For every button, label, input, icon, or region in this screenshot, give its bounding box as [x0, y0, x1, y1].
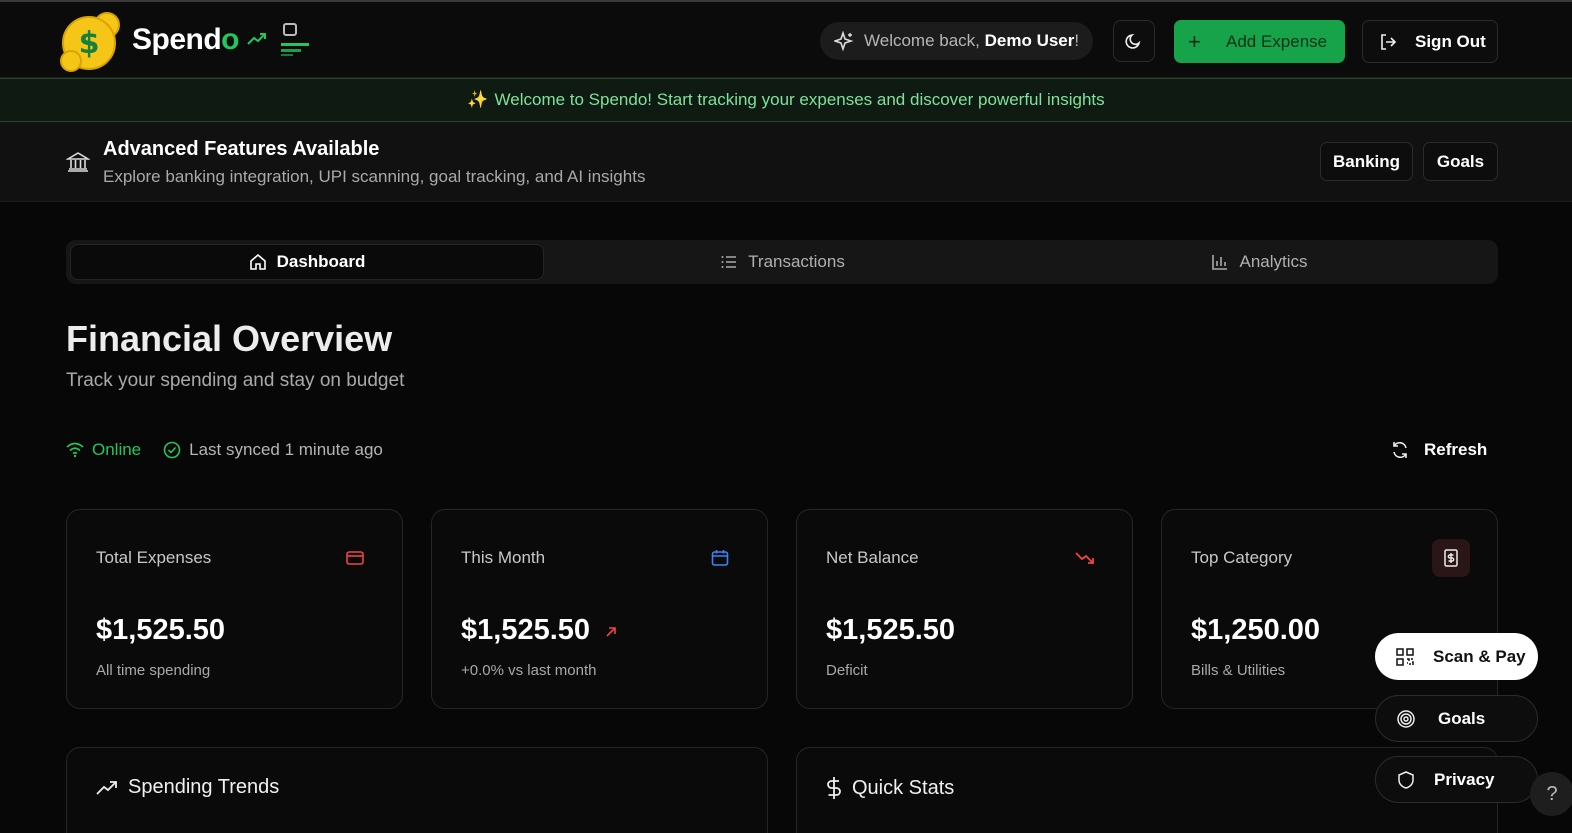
sparkles-icon [834, 31, 854, 51]
moon-icon [1125, 33, 1141, 49]
trend-up-icon [247, 30, 267, 51]
brand-name: Spendo [132, 23, 239, 56]
card-value: $1,250.00 [1191, 614, 1321, 646]
advanced-features-bar: Advanced Features Available Explore bank… [0, 122, 1572, 202]
wifi-icon [66, 442, 84, 458]
card-note: All time spending [96, 662, 211, 679]
last-synced-text: Last synced 1 minute ago [189, 440, 383, 459]
theme-toggle-button[interactable] [1113, 20, 1155, 62]
coin-logo-icon: $ [60, 8, 124, 72]
add-expense-label: Add Expense [1226, 31, 1328, 51]
qr-code-icon [1396, 647, 1414, 666]
welcome-text: Welcome back, Demo User! [864, 31, 1080, 50]
online-status: Online [92, 440, 142, 459]
arrow-up-right-icon [606, 627, 616, 637]
bank-icon [66, 152, 90, 172]
page-subtitle: Track your spending and stay on budget [66, 370, 405, 391]
card-title: Top Category [1191, 548, 1293, 567]
features-title: Advanced Features Available [103, 138, 380, 160]
help-icon: ? [1546, 782, 1558, 805]
home-icon [249, 253, 266, 270]
receipt-icon [1432, 539, 1470, 577]
card-note: +0.0% vs last month [461, 662, 597, 679]
help-button[interactable]: ? [1530, 772, 1572, 816]
card-title: This Month [461, 548, 546, 567]
stat-card-total-expenses: Total Expenses $1,525.50 All time spendi… [66, 509, 403, 709]
trend-down-icon [1075, 552, 1094, 564]
tab-label: Transactions [748, 252, 845, 271]
card-note: Deficit [826, 662, 868, 679]
banner-text: Welcome to Spendo! Start tracking your e… [494, 90, 1105, 109]
card-value: $1,525.50 [96, 614, 226, 646]
card-note: Bills & Utilities [1191, 662, 1286, 679]
card-title: Total Expenses [96, 548, 212, 567]
goals-button[interactable]: Goals [1423, 142, 1498, 181]
logo[interactable]: $ Spendo [60, 8, 311, 72]
tab-dashboard[interactable]: Dashboard [70, 244, 544, 280]
stat-card-net-balance: Net Balance $1,525.50 Deficit [796, 509, 1133, 709]
credit-card-icon [346, 551, 364, 565]
spending-trends-card: Spending Trends [66, 747, 768, 833]
add-expense-button[interactable]: + Add Expense [1174, 20, 1345, 63]
welcome-pill: Welcome back, Demo User! [820, 22, 1094, 60]
card-title: Net Balance [826, 548, 919, 567]
privacy-button[interactable]: Privacy [1375, 756, 1538, 803]
card-value: $1,525.50 [826, 614, 956, 646]
plus-icon: + [1188, 28, 1201, 54]
trend-up-icon [96, 780, 117, 795]
page-title: Financial Overview [66, 318, 393, 359]
list-icon [721, 256, 737, 268]
tab-label: Analytics [1239, 252, 1308, 271]
refresh-label: Refresh [1424, 440, 1488, 459]
main-tabs: Dashboard Transactions Analytics [66, 240, 1498, 284]
target-icon [1397, 709, 1415, 728]
banking-button[interactable]: Banking [1320, 142, 1413, 181]
refresh-button[interactable]: Refresh [1390, 440, 1487, 460]
goals-fab-button[interactable]: Goals [1375, 695, 1538, 742]
logout-icon [1381, 33, 1397, 50]
check-circle-icon [163, 441, 181, 459]
sign-out-button[interactable]: Sign Out [1362, 20, 1498, 63]
refresh-icon [1393, 442, 1407, 458]
sign-out-label: Sign Out [1415, 31, 1486, 51]
dollar-icon [827, 777, 841, 799]
stat-card-this-month: This Month $1,525.50 +0.0% vs last month [431, 509, 768, 709]
calendar-icon [711, 550, 729, 566]
privacy-label: Privacy [1434, 769, 1495, 789]
scan-and-pay-label: Scan & Pay [1433, 646, 1526, 666]
scan-and-pay-button[interactable]: Scan & Pay [1375, 633, 1538, 680]
shield-icon [1398, 770, 1414, 789]
quick-stats-title: Quick Stats [852, 776, 955, 799]
bar-chart-icon [1212, 255, 1228, 270]
tab-analytics[interactable]: Analytics [1021, 244, 1498, 280]
tab-label: Dashboard [276, 252, 366, 271]
goals-fab-label: Goals [1438, 708, 1486, 728]
tab-transactions[interactable]: Transactions [544, 244, 1021, 280]
sync-status: Online Last synced 1 minute ago [66, 440, 383, 460]
features-subtitle: Explore banking integration, UPI scannin… [103, 167, 646, 186]
app-header: $ Spendo Welcome back, Demo User! + Add … [0, 0, 1572, 78]
spending-trends-title: Spending Trends [128, 776, 280, 798]
sparkles-icon: ✨ [467, 90, 489, 109]
welcome-banner: ✨ Welcome to Spendo! Start tracking your… [0, 78, 1572, 122]
card-value: $1,525.50 [461, 614, 618, 647]
wallet-icon [281, 23, 311, 57]
